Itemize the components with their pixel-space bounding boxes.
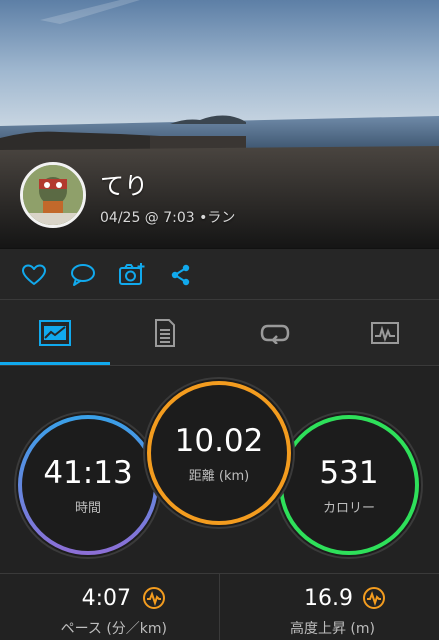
laps-loop-icon — [260, 324, 290, 344]
activity-header-photo: てり 04/25 @ 7:03 •ラン — [0, 0, 439, 248]
heart-icon — [22, 264, 46, 285]
calories-label: カロリー — [322, 500, 375, 516]
elevation-value: 16.9 — [304, 586, 353, 611]
overview-stats-icon — [39, 320, 71, 346]
metric-cells: 4:07 ペース (分／km) 16.9 高度上昇 (m) — [0, 573, 439, 640]
time-label: 時間 — [74, 500, 101, 516]
avatar-image — [23, 165, 83, 225]
comment-button[interactable] — [69, 261, 97, 289]
activity-type: ラン — [207, 209, 236, 226]
add-photo-button[interactable] — [118, 261, 146, 289]
calories-value: 531 — [319, 454, 379, 491]
pace-cell[interactable]: 4:07 ペース (分／km) — [0, 574, 219, 640]
share-icon — [171, 264, 190, 286]
activity-profile: てり 04/25 @ 7:03 •ラン — [20, 162, 235, 228]
distance-stat[interactable]: 10.02 距離 (km) — [148, 382, 290, 524]
pace-value: 4:07 — [81, 586, 131, 611]
elevation-cell[interactable]: 16.9 高度上昇 (m) — [220, 574, 439, 640]
tab-laps[interactable] — [220, 300, 330, 366]
user-name[interactable]: てり — [100, 166, 235, 201]
add-photo-icon — [119, 263, 145, 285]
pace-insight-icon[interactable] — [142, 586, 166, 610]
distance-label: 距離 (km) — [188, 468, 250, 484]
like-button[interactable] — [20, 261, 48, 289]
elevation-insight-icon[interactable] — [362, 586, 386, 610]
activity-meta: 04/25 @ 7:03 •ラン — [100, 207, 235, 227]
tab-charts[interactable] — [330, 300, 439, 366]
pace-label: ペース (分／km) — [60, 621, 167, 637]
active-tab-indicator — [0, 362, 110, 365]
distance-value: 10.02 — [174, 422, 264, 459]
activity-date-time: 04/25 @ 7:03 — [100, 209, 195, 226]
charts-icon — [371, 322, 399, 344]
details-document-icon — [155, 319, 175, 347]
action-bar — [0, 248, 439, 300]
activity-tabs — [0, 300, 439, 366]
elevation-label: 高度上昇 (m) — [289, 621, 375, 637]
time-value: 41:13 — [43, 454, 133, 491]
speech-bubble-icon — [71, 264, 95, 286]
calories-stat[interactable]: 531 カロリー — [279, 415, 419, 555]
tab-overview[interactable] — [0, 300, 110, 366]
tab-details[interactable] — [110, 300, 220, 366]
time-stat[interactable]: 41:13 時間 — [18, 415, 158, 555]
share-button[interactable] — [167, 261, 195, 289]
avatar[interactable] — [20, 162, 86, 228]
summary-stats: 41:13 時間 531 カロリー 10.02 距離 (km) — [0, 367, 439, 573]
